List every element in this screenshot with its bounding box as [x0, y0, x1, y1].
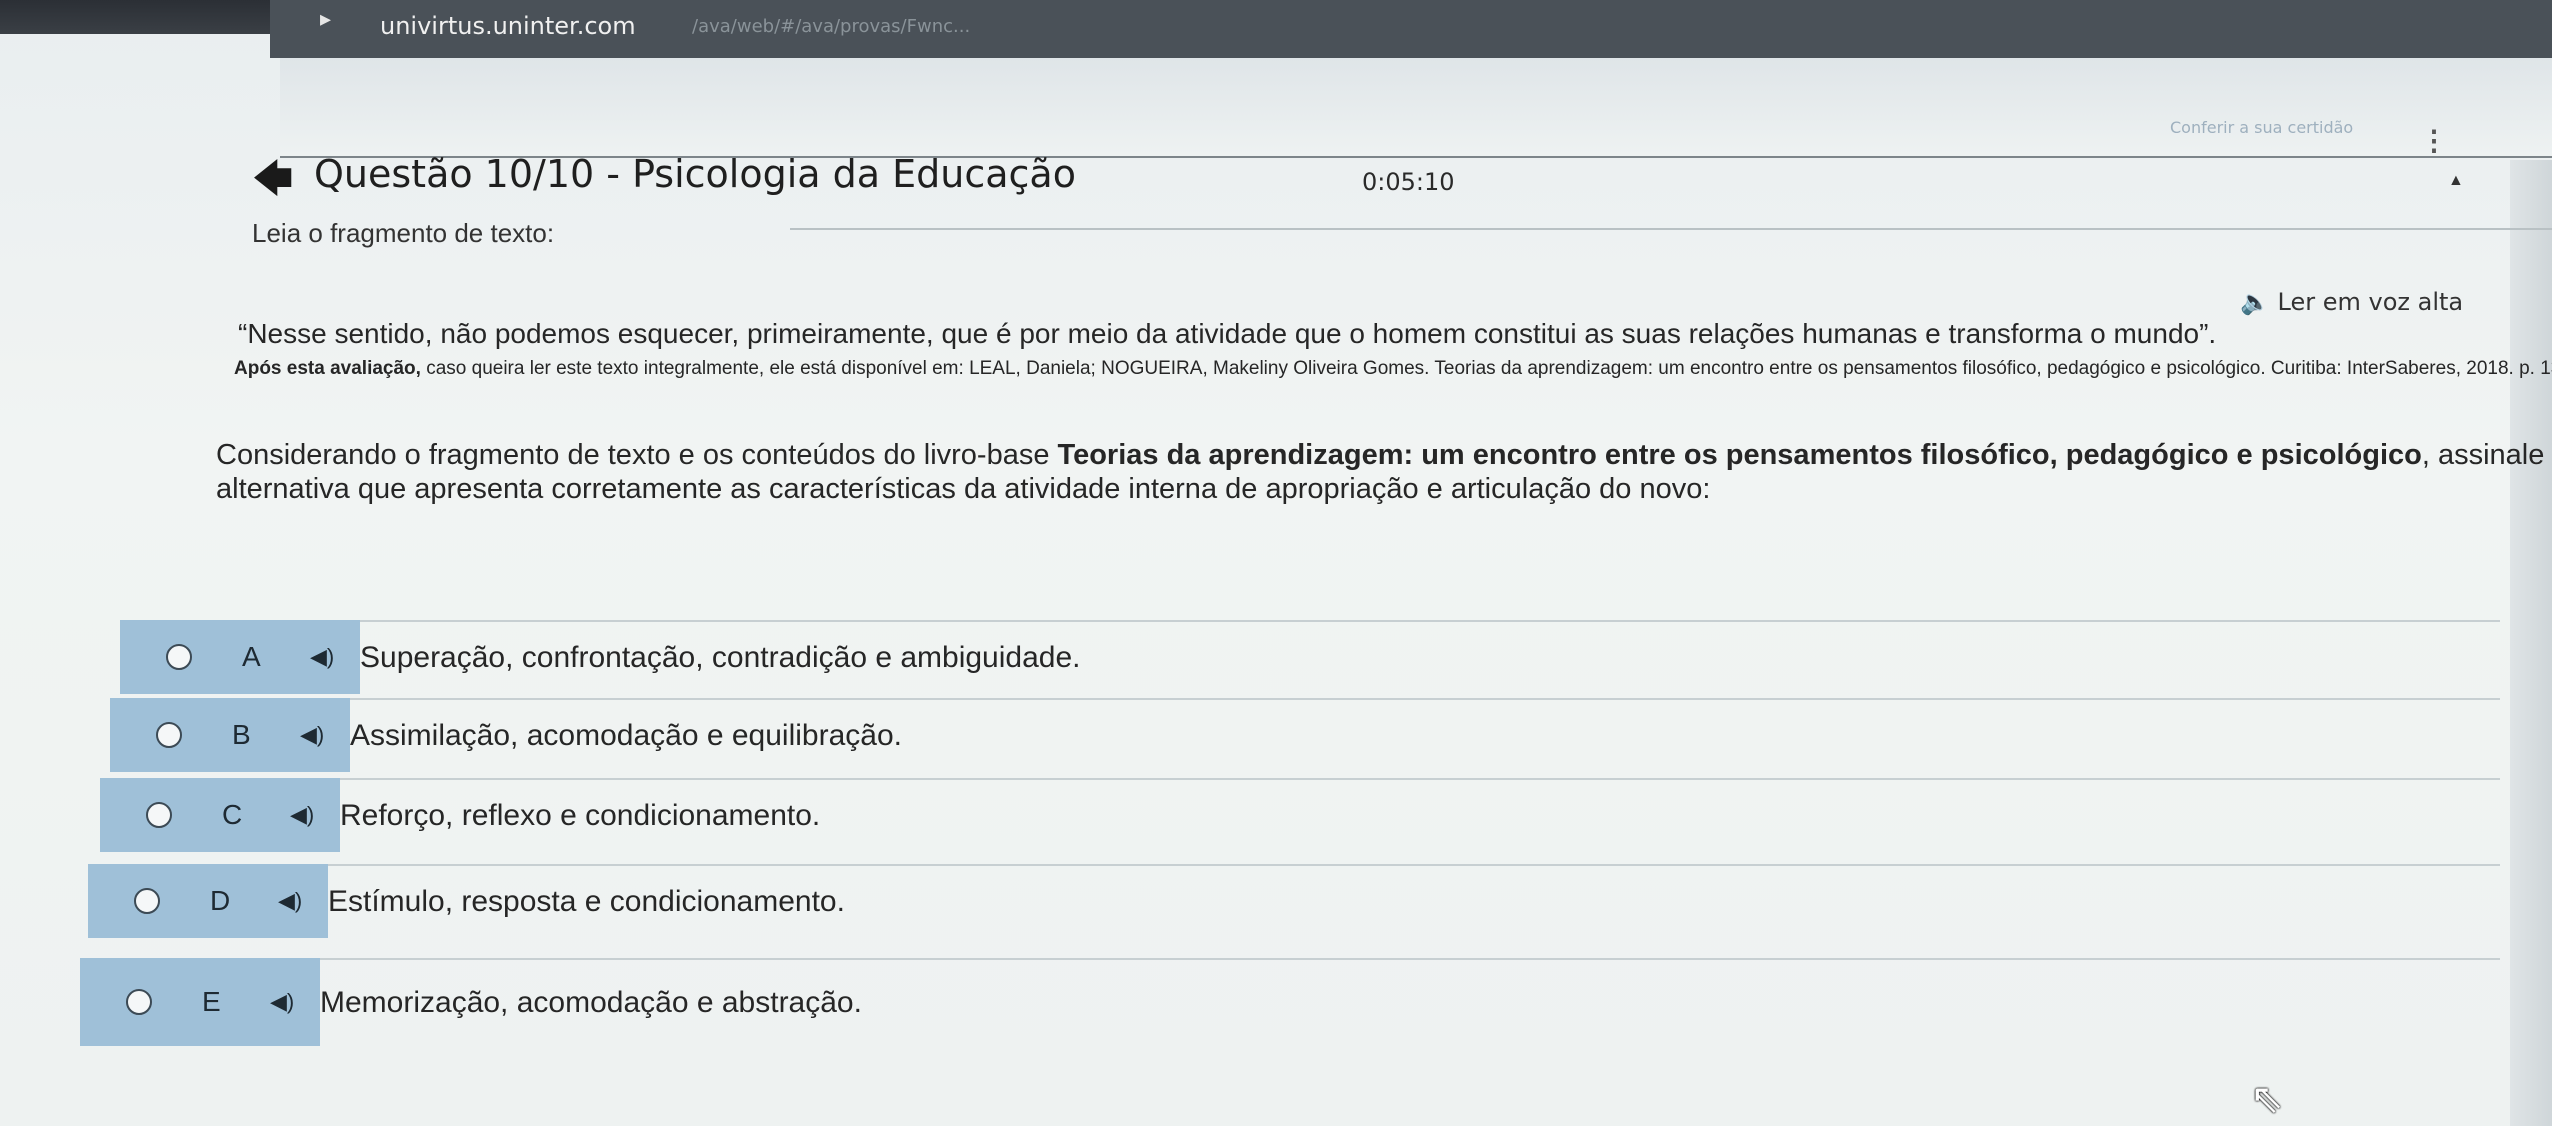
url-host[interactable]: univirtus.uninter.com — [380, 12, 636, 40]
citation: Após esta avaliação, caso queira ler est… — [234, 356, 2552, 382]
option-text[interactable]: Reforço, reflexo e condicionamento. — [340, 778, 2500, 852]
quote-text: “Nesse sentido, não podemos esquecer, pr… — [238, 318, 2217, 349]
option-letter: A — [242, 641, 261, 672]
option-text[interactable]: Assimilação, acomodação e equilibração. — [350, 698, 2500, 772]
radio-button[interactable] — [126, 989, 152, 1015]
cert-link[interactable]: Conferir a sua certidão — [2170, 118, 2353, 137]
option-a-controls: A ◀) — [120, 620, 360, 694]
option-b[interactable]: B ◀) Assimilação, acomodação e equilibra… — [80, 698, 2500, 772]
option-text[interactable]: Memorização, acomodação e abstração. — [320, 958, 2500, 1046]
option-text[interactable]: Superação, confrontação, contradição e a… — [360, 620, 2500, 694]
read-aloud-label: Ler em voz alta — [2277, 288, 2464, 316]
read-aloud-button[interactable]: 🔈 Ler em voz alta — [2240, 288, 2463, 316]
option-d[interactable]: D ◀) Estímulo, resposta e condicionament… — [80, 864, 2500, 938]
citation-bold: Após esta avaliação, — [234, 358, 421, 379]
radio-button[interactable] — [134, 888, 160, 914]
screen: ▸ univirtus.uninter.com /ava/web/#/ava/p… — [0, 0, 2552, 1126]
question-text: Considerando o fragmento de texto e os c… — [216, 438, 2552, 506]
option-letter: C — [222, 799, 243, 830]
radio-button[interactable] — [146, 802, 172, 828]
page-title: Questão 10/10 - Psicologia da Educação — [314, 152, 1076, 196]
timer: 0:05:10 — [1362, 168, 1455, 196]
question-page: 🡄 Questão 10/10 - Psicologia da Educação… — [80, 150, 2552, 1126]
option-e-controls: E ◀) — [80, 958, 320, 1046]
speaker-icon[interactable]: ◀) — [278, 888, 302, 914]
app-header-bar — [280, 58, 2552, 158]
radio-button[interactable] — [166, 644, 192, 670]
option-d-controls: D ◀) — [88, 864, 328, 938]
speaker-icon[interactable]: ◀) — [290, 802, 314, 828]
option-e[interactable]: E ◀) Memorização, acomodação e abstração… — [80, 958, 2500, 1046]
citation-rest: caso queira ler este texto integralmente… — [420, 358, 2552, 379]
radio-button[interactable] — [156, 722, 182, 748]
speaker-icon: 🔈 — [2240, 288, 2270, 316]
option-c-controls: C ◀) — [100, 778, 340, 852]
option-a[interactable]: A ◀) Superação, confrontação, contradiçã… — [80, 620, 2500, 694]
mouse-cursor-icon: ⇖ — [2250, 1077, 2284, 1121]
url-path[interactable]: /ava/web/#/ava/provas/Fwnc... — [692, 16, 970, 37]
speaker-icon[interactable]: ◀) — [310, 644, 334, 670]
question-pre: Considerando o fragmento de texto e os c… — [216, 439, 1058, 471]
option-letter: E — [202, 986, 221, 1017]
divider — [790, 228, 2552, 230]
arrow-left-icon[interactable]: 🡄 — [252, 150, 293, 218]
option-b-controls: B ◀) — [110, 698, 350, 772]
speaker-icon[interactable]: ◀) — [270, 989, 294, 1015]
option-letter: D — [210, 885, 231, 916]
answer-options: A ◀) Superação, confrontação, contradiçã… — [80, 620, 2500, 1090]
prompt-label: Leia o fragmento de texto: — [252, 218, 555, 248]
question-book-title: Teorias da aprendizagem: um encontro ent… — [1057, 439, 2422, 471]
speaker-icon[interactable]: ◀) — [300, 722, 324, 748]
option-text[interactable]: Estímulo, resposta e condicionamento. — [328, 864, 2500, 938]
forward-arrow-icon[interactable]: ▸ — [320, 6, 331, 32]
option-c[interactable]: C ◀) Reforço, reflexo e condicionamento. — [80, 778, 2500, 852]
option-letter: B — [232, 719, 251, 750]
